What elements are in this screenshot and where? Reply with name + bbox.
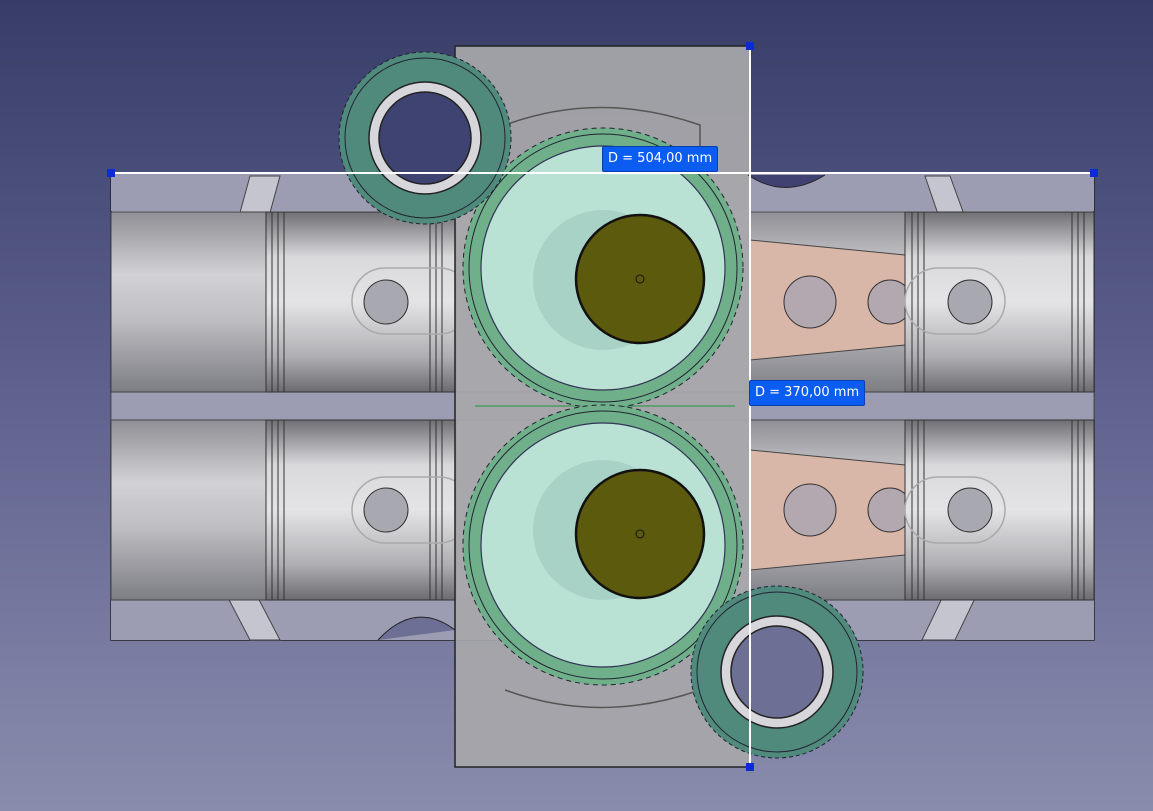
dimension-label-horizontal[interactable]: D = 504,00 mm [602, 146, 719, 172]
engine-drawing [107, 42, 1098, 771]
cylinder-right-bottom[interactable] [749, 419, 1095, 601]
idler-gear-bottom-right[interactable] [690, 585, 864, 759]
cylinder-left-top[interactable] [110, 211, 473, 393]
cylinder-right-top[interactable] [749, 211, 1095, 393]
crankshaft-journal-bottom [574, 468, 706, 600]
cylinder-left-bottom[interactable] [110, 419, 473, 601]
3d-viewport[interactable]: D = 504,00 mm D = 370,00 mm [0, 0, 1153, 811]
idler-gear-top-left[interactable] [338, 51, 512, 225]
crankshaft-journal-top [574, 213, 706, 345]
dimension-label-vertical[interactable]: D = 370,00 mm [749, 380, 866, 406]
